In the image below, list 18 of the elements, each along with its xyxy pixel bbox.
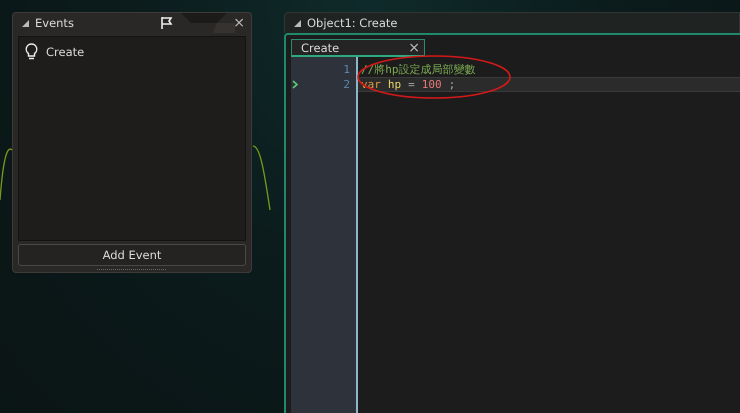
panel-title: Events: [35, 16, 75, 30]
line-number: 1: [343, 63, 350, 76]
editor-tab[interactable]: Create ×: [291, 39, 425, 57]
wave-line: [0, 148, 12, 200]
add-event-button[interactable]: Add Event: [18, 244, 246, 266]
close-button[interactable]: ×: [233, 16, 245, 30]
event-label: Create: [46, 44, 84, 58]
wave-line: [252, 145, 271, 210]
panel-title: Object1: Create: [307, 16, 398, 30]
line-number: 2: [343, 78, 350, 91]
resize-grip[interactable]: [97, 268, 167, 271]
close-tab-button[interactable]: ×: [408, 40, 420, 56]
event-item[interactable]: Create: [25, 41, 239, 62]
flag-icon[interactable]: [160, 16, 174, 30]
collapse-icon[interactable]: [294, 20, 301, 26]
current-line-icon: [292, 80, 298, 89]
collapse-icon[interactable]: [22, 20, 29, 26]
lightbulb-icon: [25, 43, 38, 60]
